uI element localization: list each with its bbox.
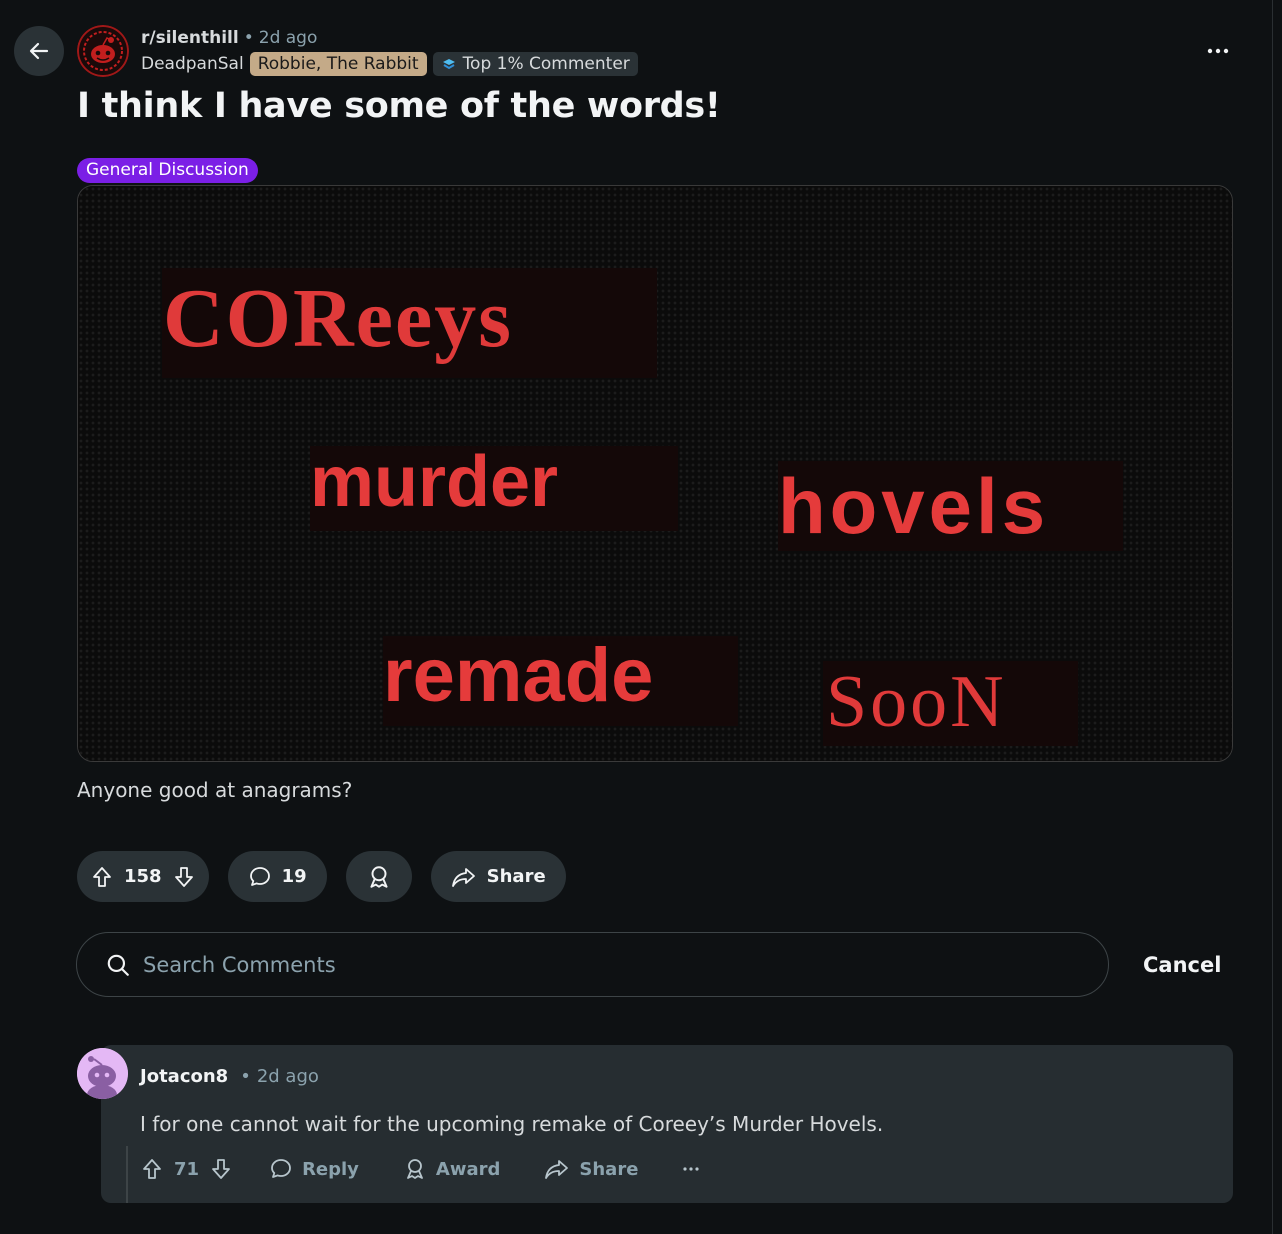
post-flair[interactable]: General Discussion [77, 158, 258, 183]
comment-more-button[interactable] [682, 1166, 700, 1172]
post-title: I think I have some of the words! [77, 86, 721, 126]
comment-award-button[interactable]: Award [403, 1157, 500, 1181]
upvote-icon[interactable] [140, 1157, 164, 1181]
thread-line[interactable] [126, 1146, 128, 1203]
commenter-badge-icon [442, 59, 455, 70]
user-flair: Robbie, The Rabbit [249, 52, 427, 76]
reply-button[interactable]: Reply [269, 1157, 359, 1181]
image-word-4: remade [383, 633, 653, 718]
image-word-5: SooN [826, 661, 1007, 743]
search-comments-box [76, 932, 1109, 997]
comment-share-label: Share [579, 1158, 639, 1180]
comment-vote: 71 [140, 1157, 233, 1181]
award-icon [407, 1159, 423, 1179]
post-image-graphic: COReeys murder hovels remade SooN [78, 186, 1232, 761]
image-word-3: hovels [778, 462, 1049, 550]
image-word-2: murder [310, 442, 558, 522]
downvote-icon[interactable] [172, 865, 196, 889]
share-icon [545, 1160, 569, 1179]
comment-share-button[interactable]: Share [544, 1157, 638, 1181]
subreddit-name[interactable]: r/silenthill [141, 26, 239, 50]
post-body: Anyone good at anagrams? [77, 778, 353, 802]
share-icon [451, 867, 475, 887]
reply-label: Reply [302, 1158, 359, 1180]
comments-button[interactable]: 19 [227, 851, 327, 902]
post-meta: r/silenthill • 2d ago DeadpanSal Robbie,… [141, 26, 638, 76]
award-button[interactable] [345, 851, 412, 902]
downvote-icon[interactable] [209, 1157, 233, 1181]
comment-icon [271, 1159, 291, 1178]
post-more-button[interactable] [1200, 38, 1236, 64]
search-comments-input[interactable] [143, 952, 1043, 977]
subreddit-avatar[interactable] [77, 25, 129, 77]
subreddit-logo-icon [77, 25, 129, 77]
arrow-left-icon [29, 42, 49, 60]
vote-pill: 158 [77, 851, 209, 902]
award-label: Award [435, 1158, 501, 1180]
award-icon [370, 865, 388, 888]
comment-icon [249, 866, 270, 886]
separator-dot: • [243, 28, 254, 48]
comment-actions: 71 Reply Award Share [140, 1157, 700, 1181]
window-edge [1272, 0, 1282, 1234]
top-commenter-badge: Top 1% Commenter [432, 52, 638, 76]
post-time: 2d ago [258, 28, 318, 48]
share-button[interactable]: Share [430, 851, 566, 902]
upvote-count: 158 [124, 866, 162, 887]
comment-upvote-count: 71 [174, 1158, 200, 1180]
snoo-avatar-icon [77, 1048, 128, 1099]
comment-body: I for one cannot wait for the upcoming r… [140, 1112, 884, 1136]
image-word-1: COReeys [163, 272, 513, 365]
separator-dot: • [240, 1066, 251, 1087]
comment-meta: Jotacon8 • 2d ago [140, 1066, 319, 1087]
search-icon [107, 954, 129, 976]
more-icon [1207, 48, 1229, 54]
share-label: Share [486, 866, 546, 887]
post-actions: 158 19 Share [77, 851, 566, 902]
comment-avatar[interactable] [77, 1048, 128, 1099]
cancel-button[interactable]: Cancel [1143, 953, 1221, 977]
more-icon [683, 1167, 700, 1171]
post-image[interactable]: COReeys murder hovels remade SooN [77, 185, 1233, 762]
comment-count: 19 [281, 866, 307, 887]
top-commenter-label: Top 1% Commenter [462, 54, 630, 74]
upvote-icon[interactable] [90, 865, 114, 889]
comment-author[interactable]: Jotacon8 [140, 1066, 228, 1087]
comment-time: 2d ago [256, 1066, 319, 1087]
post-author[interactable]: DeadpanSal [141, 54, 244, 74]
back-button[interactable] [14, 26, 64, 76]
